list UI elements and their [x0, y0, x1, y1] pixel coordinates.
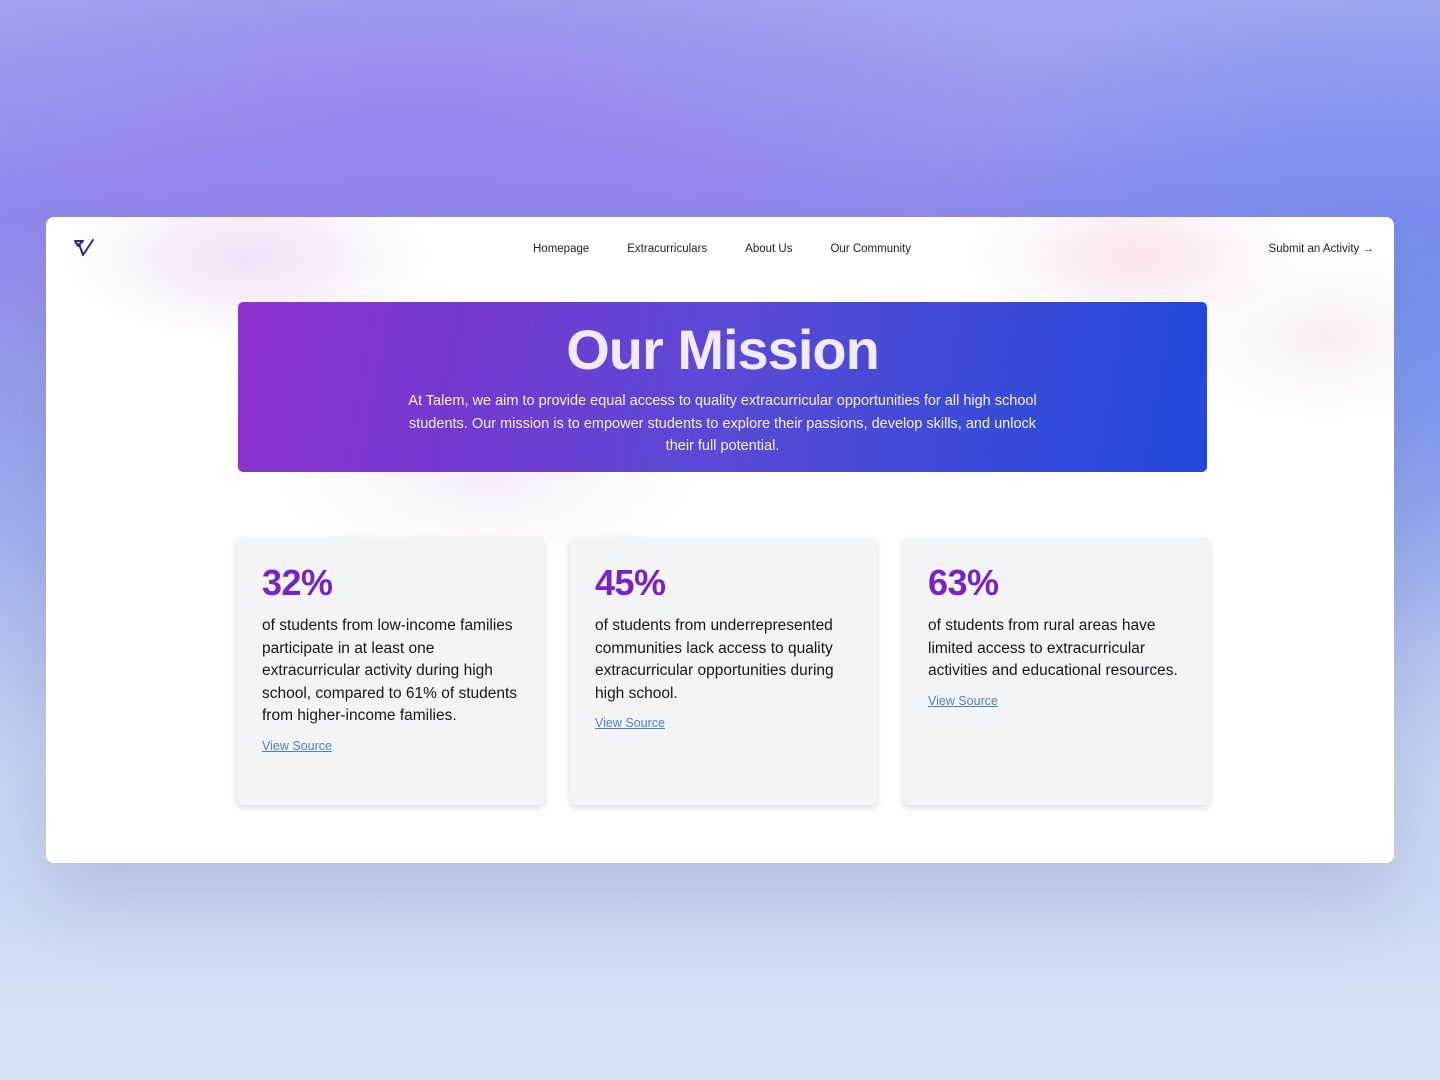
- mission-description: At Talem, we aim to provide equal access…: [408, 393, 1037, 454]
- submit-activity-link[interactable]: Submit an Activity →: [1269, 242, 1374, 256]
- stat-value: 63%: [928, 562, 999, 603]
- stats-cards: 32% of students from low-income families…: [237, 537, 1210, 805]
- stat-description: of students from underrepresented commun…: [595, 617, 834, 702]
- stat-value: 45%: [595, 562, 666, 603]
- view-source-link[interactable]: View Source: [928, 694, 998, 708]
- browser-window: Homepage Extracurriculars About Us Our C…: [46, 217, 1394, 863]
- stat-value: 32%: [262, 562, 333, 603]
- nav-our-community[interactable]: Our Community: [830, 242, 911, 256]
- view-source-link[interactable]: View Source: [595, 716, 665, 730]
- stat-description: of students from low-income families par…: [262, 617, 518, 724]
- mission-banner: Our Mission At Talem, we aim to provide …: [238, 302, 1207, 472]
- nav-about-us[interactable]: About Us: [745, 242, 792, 256]
- stat-card: 45% of students from underrepresented co…: [570, 537, 877, 805]
- nav-homepage[interactable]: Homepage: [533, 242, 589, 256]
- stat-card: 63% of students from rural areas have li…: [903, 537, 1210, 805]
- stat-card: 32% of students from low-income families…: [237, 537, 544, 805]
- page-title: Our Mission: [566, 318, 880, 381]
- talem-logo-icon[interactable]: [72, 237, 96, 259]
- view-source-link[interactable]: View Source: [262, 739, 332, 753]
- nav-extracurriculars[interactable]: Extracurriculars: [627, 242, 707, 256]
- stat-description: of students from rural areas have limite…: [928, 617, 1178, 679]
